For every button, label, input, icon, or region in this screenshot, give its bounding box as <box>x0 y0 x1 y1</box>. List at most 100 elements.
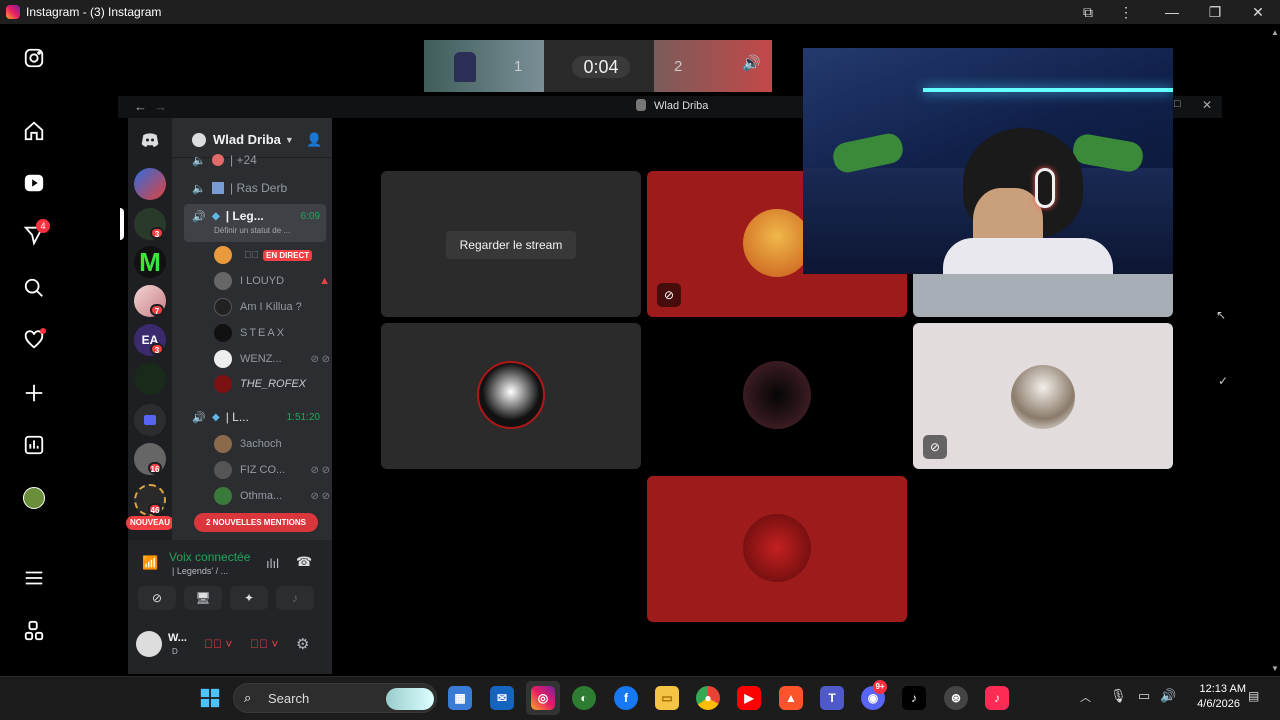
camera-off-button[interactable]: ⊘ <box>138 586 176 610</box>
reels-icon[interactable] <box>22 171 46 195</box>
server-badge: 16 <box>148 462 162 474</box>
notification-center-icon[interactable]: ▤ <box>1248 689 1259 703</box>
signal-icon[interactable]: 📶 <box>142 555 158 571</box>
volume-icon[interactable]: 🔊 <box>742 54 761 72</box>
store-icon[interactable]: ▦ <box>448 686 472 710</box>
soundboard-button[interactable]: ♪ <box>276 586 314 610</box>
folder-icon[interactable] <box>134 404 166 436</box>
settings-gear-icon[interactable]: ⚙ <box>296 635 309 653</box>
disconnect-icon[interactable]: ☎ <box>296 554 312 570</box>
voice-user[interactable]: Am I Killua ? <box>214 296 330 318</box>
voice-user[interactable]: WENZ... ⊘ ⊘ <box>214 348 330 370</box>
chrome-icon[interactable]: ● <box>696 686 720 710</box>
mic-muted-icon[interactable]: 🎙⃠ ˅ <box>204 637 232 651</box>
stream-tile[interactable]: Regarder le stream <box>381 171 641 317</box>
expand-icon[interactable]: ↖ <box>1216 308 1226 322</box>
app-icon[interactable]: ⊛ <box>944 686 968 710</box>
instagram-favicon-icon <box>6 5 20 19</box>
file-explorer-icon[interactable]: ▭ <box>655 686 679 710</box>
user-name: Am I Killua ? <box>240 301 302 313</box>
instagram-logo-icon[interactable] <box>22 46 46 70</box>
discord-taskbar-icon[interactable]: ◉ 9+ <box>861 680 887 710</box>
chevron-up-icon[interactable]: ︿ <box>1080 689 1091 705</box>
more-options-icon[interactable]: ⋮ <box>1106 0 1146 24</box>
restore-button[interactable]: ❐ <box>1195 0 1235 24</box>
voice-user[interactable]: 🎙⃠ EN DIRECT <box>214 244 330 266</box>
voice-user[interactable]: I LOUYD ▲ <box>214 270 330 292</box>
participant-tile[interactable] <box>647 323 907 469</box>
collapse-icon[interactable]: ✓ <box>1218 374 1228 388</box>
add-friend-icon[interactable]: 👤 <box>306 132 322 148</box>
maximize-icon[interactable]: □ <box>1174 98 1181 110</box>
voice-channel-active[interactable]: 🔊 ◆ | Leg... 6:09 <box>192 205 326 227</box>
chat-app-icon[interactable]: ◐ <box>572 686 596 710</box>
new-badge[interactable]: NOUVEAU <box>126 516 174 530</box>
minimize-button[interactable]: — <box>1152 0 1192 24</box>
instagram-icon[interactable]: ◎ <box>531 686 555 710</box>
taskbar-search-box[interactable]: ⌕ Search <box>233 683 437 713</box>
participant-tile[interactable] <box>647 476 907 622</box>
voice-user[interactable]: THE_ROFEX <box>214 373 330 395</box>
home-icon[interactable] <box>22 119 46 143</box>
watch-stream-button[interactable]: Regarder le stream <box>446 231 576 259</box>
voice-channel[interactable]: 🔊 ◆ | L... 1:51:20 <box>192 406 326 428</box>
tiktok-icon[interactable]: ♪ <box>902 686 926 710</box>
voice-status[interactable]: Voix connectée <box>169 550 250 564</box>
youtube-icon[interactable]: ▶ <box>737 686 761 710</box>
windows-start-icon[interactable] <box>198 686 222 710</box>
voice-user[interactable]: Othma... ⊘ ⊘ <box>214 485 330 507</box>
discord-home-icon[interactable] <box>136 126 164 154</box>
server-icon[interactable] <box>134 168 166 200</box>
voice-user[interactable]: STEAX <box>214 322 330 344</box>
brave-icon[interactable]: ▲ <box>779 686 803 710</box>
participant-tile[interactable] <box>381 323 641 469</box>
speaker-active-icon: 🔊 <box>192 412 206 424</box>
voice-user[interactable]: FIZ CO... ⊘ ⊘ <box>214 459 330 481</box>
voice-channel[interactable]: 🔈 | +24 <box>192 152 326 168</box>
account-avatar[interactable] <box>136 631 162 657</box>
clock-date[interactable]: 4/6/2026 <box>1186 698 1240 710</box>
back-arrow-icon[interactable]: ← <box>134 99 147 114</box>
menu-icon[interactable] <box>22 566 46 590</box>
server-icon-m[interactable]: M <box>134 246 166 278</box>
messages-icon[interactable]: 4 <box>22 219 50 247</box>
clock-time[interactable]: 12:13 AM <box>1186 683 1246 695</box>
tiktok-lite-icon[interactable]: ♪ <box>985 686 1009 710</box>
volume-icon[interactable]: 🔊 <box>1160 688 1176 704</box>
voice-channel[interactable]: 🔈 | Ras Derb <box>192 177 326 199</box>
avatar <box>214 298 232 316</box>
match-timer: 0:04 <box>572 56 630 78</box>
deafen-icon[interactable]: 🎧⃠ ˅ <box>250 637 278 651</box>
activities-button[interactable]: ✦ <box>230 586 268 610</box>
discord-close-icon[interactable]: ✕ <box>1202 98 1212 112</box>
profile-icon[interactable] <box>22 486 46 510</box>
voice-channel-name[interactable]: | Legends' / ... <box>172 566 228 576</box>
noise-suppression-icon[interactable]: ılıl <box>266 556 279 571</box>
voice-user[interactable]: 3achoch <box>214 433 330 455</box>
microphone-icon[interactable]: 🎙 <box>1110 688 1127 704</box>
server-icon[interactable] <box>134 363 166 395</box>
teams-icon[interactable]: T <box>820 686 844 710</box>
participant-avatar <box>743 209 811 277</box>
participant-tile[interactable]: ⊘ <box>913 323 1173 469</box>
create-icon[interactable] <box>22 381 46 405</box>
user-name: I LOUYD <box>240 275 285 287</box>
extensions-icon[interactable]: ⧉ <box>1068 0 1108 24</box>
avatar <box>214 461 232 479</box>
status-prompt[interactable]: Définir un statut de ... <box>214 226 290 235</box>
mail-icon[interactable]: ✉ <box>490 686 514 710</box>
dashboard-icon[interactable] <box>22 433 46 457</box>
more-apps-icon[interactable] <box>22 619 46 643</box>
notifications-icon[interactable] <box>22 328 46 352</box>
new-mentions-button[interactable]: 2 NOUVELLES MENTIONS <box>194 513 318 532</box>
network-icon[interactable]: ▭ <box>1138 688 1150 704</box>
account-name[interactable]: W... <box>168 632 187 644</box>
facebook-icon[interactable]: f <box>614 686 638 710</box>
forward-arrow-icon[interactable]: → <box>154 99 167 114</box>
page-scrollbar[interactable]: ▲ ▼ <box>1268 24 1280 675</box>
user-name: THE_ROFEX <box>240 378 307 390</box>
search-icon[interactable] <box>22 276 46 300</box>
search-highlight-image <box>386 688 434 710</box>
screenshare-button[interactable]: 🖥 <box>184 586 222 610</box>
close-button[interactable]: ✕ <box>1238 0 1278 24</box>
